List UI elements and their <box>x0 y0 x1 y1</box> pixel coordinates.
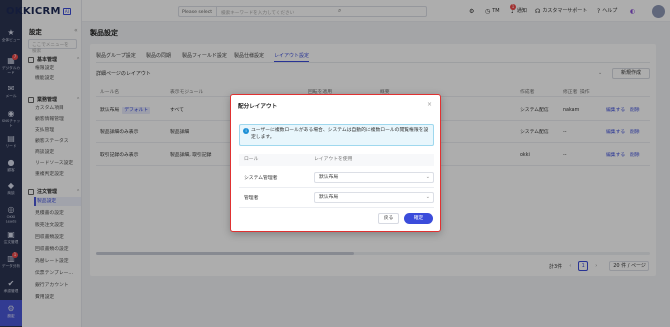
info-icon: i <box>243 128 249 134</box>
column-header: レイアウトを使用 <box>314 157 353 162</box>
dialog-row: 管理者 默认布局 ⌄ <box>239 188 434 208</box>
back-button[interactable]: 戻る <box>378 213 399 224</box>
dialog-table-header: ロール レイアウトを使用 <box>239 154 434 166</box>
close-icon[interactable]: × <box>427 101 432 108</box>
dialog-title: 配分レイアウト <box>238 104 278 110</box>
layout-select[interactable]: 默认布局 ⌄ <box>314 172 434 183</box>
info-notice: i ユーザーに複数ロールがある場合、システムは自動的に複数ロールの閲覧権限を設定… <box>239 124 434 146</box>
chevron-down-icon: ⌄ <box>425 194 430 200</box>
chevron-down-icon: ⌄ <box>425 174 430 180</box>
layout-select[interactable]: 默认布局 ⌄ <box>314 192 434 203</box>
role-name: システム管理者 <box>244 176 278 181</box>
confirm-button[interactable]: 確定 <box>404 213 433 224</box>
role-name: 管理者 <box>244 196 259 201</box>
column-header: ロール <box>244 157 259 162</box>
dialog-row: システム管理者 默认布局 ⌄ <box>239 168 434 188</box>
assign-layout-dialog: 配分レイアウト × i ユーザーに複数ロールがある場合、システムは自動的に複数ロ… <box>230 94 441 232</box>
